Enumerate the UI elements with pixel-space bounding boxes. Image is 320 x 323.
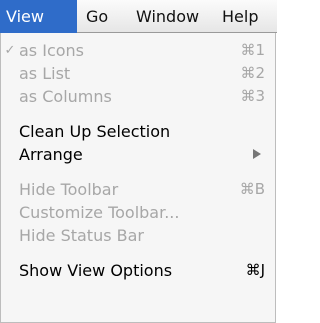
menu-item-as-icons[interactable]: ✓ as Icons ⌘1 — [1, 39, 277, 61]
menu-item-hide-status-bar[interactable]: Hide Status Bar — [1, 224, 277, 246]
menu-item-label: Arrange — [19, 144, 83, 164]
menu-item-label: Clean Up Selection — [19, 121, 171, 141]
checkmark-icon: ✓ — [4, 42, 16, 58]
menu-item-label: Hide Status Bar — [19, 225, 144, 245]
menu-go[interactable]: Go — [80, 0, 124, 33]
shortcut-label: ⌘2 — [240, 64, 265, 82]
menu-item-label: Show View Options — [19, 260, 173, 280]
menu-item-label: Customize Toolbar... — [19, 202, 180, 222]
submenu-arrow-icon — [253, 149, 261, 159]
menu-window[interactable]: Window — [130, 0, 214, 33]
menu-item-as-columns[interactable]: as Columns ⌘3 — [1, 85, 277, 107]
menu-item-label: as Icons — [19, 40, 85, 60]
menu-item-customize-toolbar[interactable]: Customize Toolbar... — [1, 201, 277, 223]
menu-item-hide-toolbar[interactable]: Hide Toolbar ⌘B — [1, 178, 277, 200]
menu-item-label: as List — [19, 63, 71, 83]
shortcut-label: ⌘B — [239, 180, 265, 198]
screen: View Go Window Help ✓ as Icons ⌘1 as Lis… — [0, 0, 277, 323]
menu-item-as-list[interactable]: as List ⌘2 — [1, 62, 277, 84]
shortcut-label: ⌘1 — [240, 41, 265, 59]
menu-bar: View Go Window Help — [0, 0, 277, 33]
menu-view[interactable]: View — [0, 0, 77, 33]
menu-item-arrange[interactable]: Arrange — [1, 143, 277, 165]
shortcut-label: ⌘J — [245, 261, 265, 279]
menu-item-label: Hide Toolbar — [19, 179, 119, 199]
view-menu-dropdown: ✓ as Icons ⌘1 as List ⌘2 as Columns ⌘3 C… — [0, 33, 276, 323]
menu-item-label: as Columns — [19, 86, 112, 106]
menu-help[interactable]: Help — [216, 0, 277, 33]
menu-item-show-view-options[interactable]: Show View Options ⌘J — [1, 259, 277, 281]
shortcut-label: ⌘3 — [240, 87, 265, 105]
menu-item-clean-up-selection[interactable]: Clean Up Selection — [1, 120, 277, 142]
